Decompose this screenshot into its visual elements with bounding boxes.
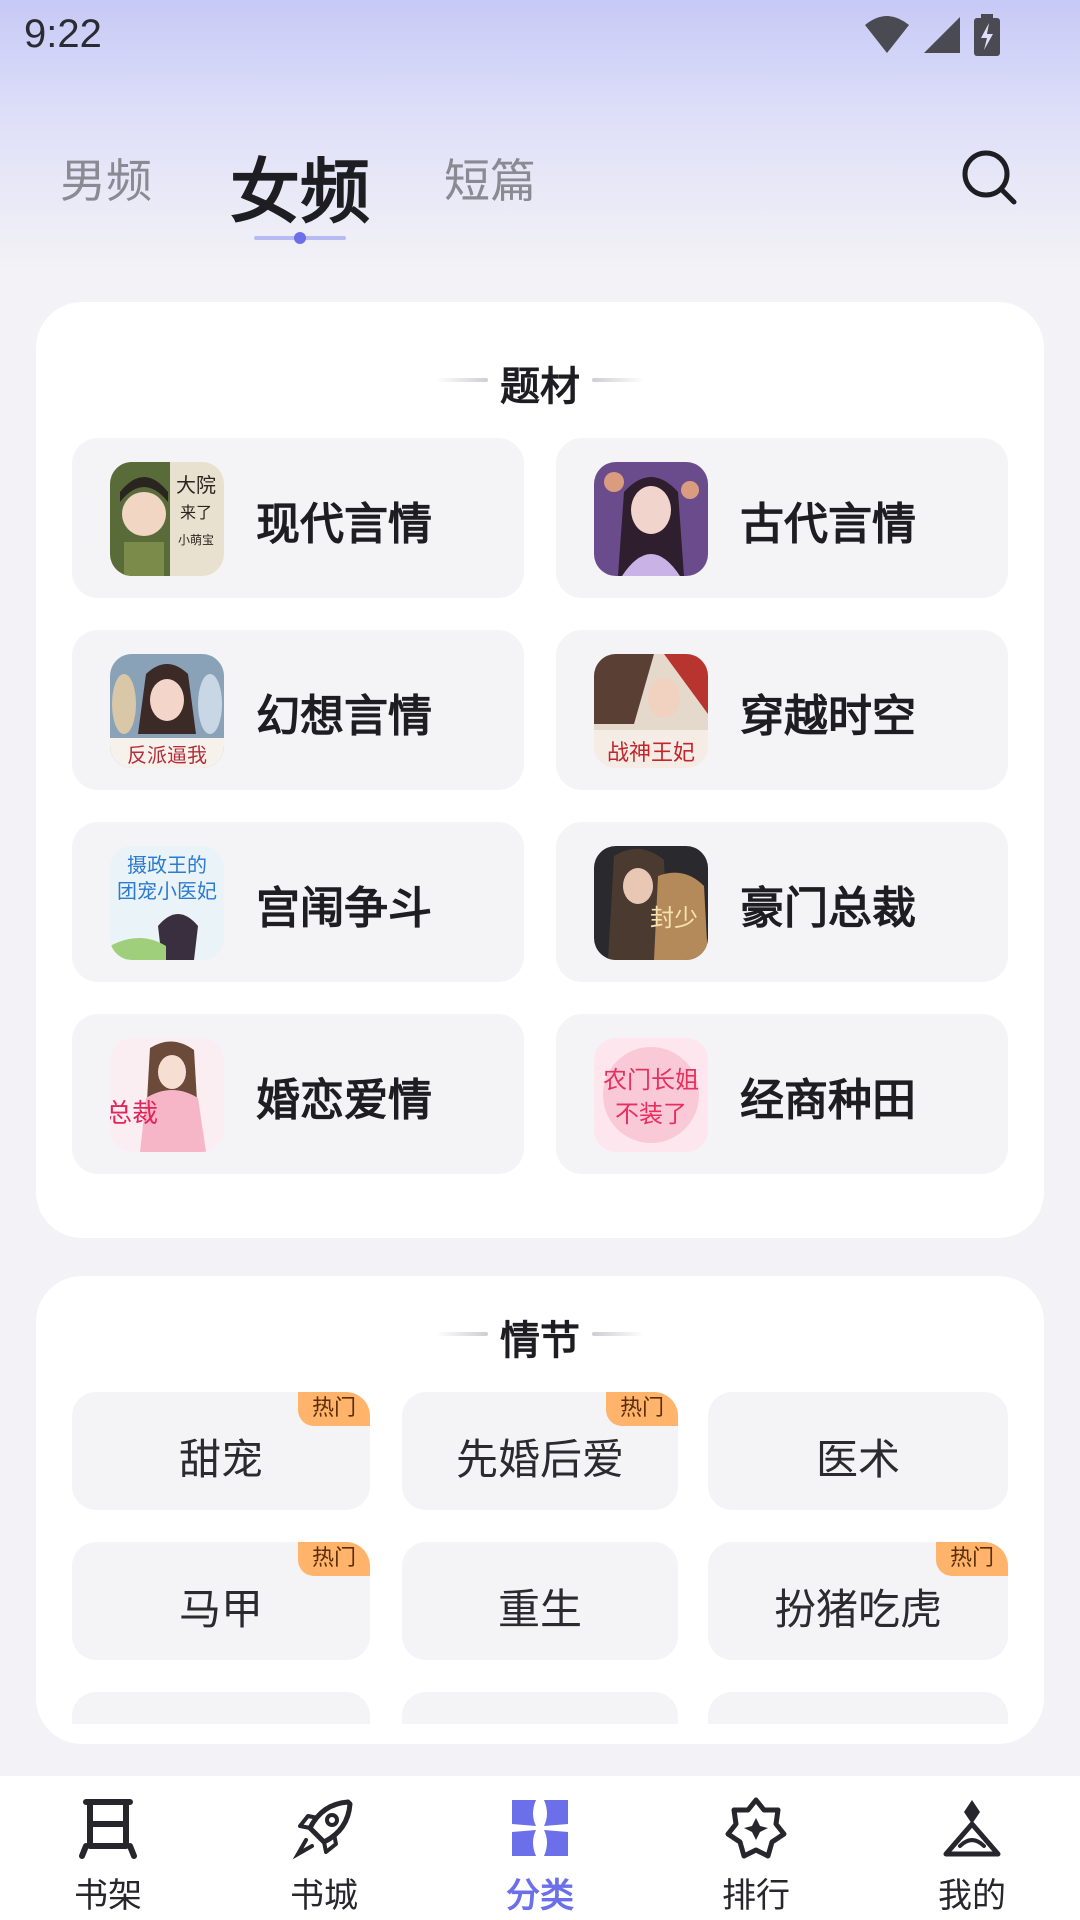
signal-icon bbox=[924, 17, 960, 53]
plot-tag-partial[interactable] bbox=[72, 1692, 370, 1724]
rocket-icon bbox=[292, 1799, 353, 1860]
genre-cover-image: 大院 来了 小萌宝 bbox=[110, 462, 224, 576]
status-icons bbox=[864, 14, 1000, 56]
hot-badge: 热门 bbox=[298, 1542, 370, 1576]
svg-text:小萌宝: 小萌宝 bbox=[178, 533, 214, 547]
theme-card: 题材 大院 来了 小萌宝 现代言情 古代言情 反派逼我 幻想言情 战神王妃 穿越… bbox=[36, 302, 1044, 1238]
svg-text:反派逼我: 反派逼我 bbox=[127, 743, 207, 767]
genre-item-ancient-romance[interactable]: 古代言情 bbox=[556, 438, 1008, 598]
genre-label: 穿越时空 bbox=[740, 691, 916, 742]
nav-ranking[interactable]: 排行 bbox=[676, 1776, 836, 1920]
wifi-icon bbox=[865, 16, 909, 53]
nav-bookstore[interactable]: 书城 bbox=[244, 1776, 404, 1920]
genre-cover-image: 战神王妃 bbox=[594, 654, 708, 768]
svg-text:来了: 来了 bbox=[180, 503, 212, 522]
plot-tag-label: 重生 bbox=[497, 1585, 582, 1634]
genre-label: 宫闱争斗 bbox=[256, 883, 432, 934]
svg-text:团宠小医妃: 团宠小医妃 bbox=[117, 879, 217, 903]
bookshelf-icon bbox=[79, 1799, 137, 1859]
nav-label: 排行 bbox=[722, 1876, 790, 1916]
plot-tag-label: 医术 bbox=[815, 1435, 900, 1484]
status-bar: 9:22 bbox=[0, 0, 1080, 72]
genre-label: 幻想言情 bbox=[256, 691, 432, 742]
theme-section-title: 题材 bbox=[500, 364, 580, 410]
app-root: 9:22 男频 女频 短篇 题材 大院 来了 小萌宝 现代言情 古代言情 反派逼… bbox=[0, 0, 1080, 1920]
plot-tag-label: 甜宠 bbox=[178, 1435, 263, 1484]
profile-icon bbox=[943, 1800, 1001, 1857]
genre-item-fantasy-romance[interactable]: 反派逼我 幻想言情 bbox=[72, 630, 524, 790]
genre-item-business-farming[interactable]: 农门长姐 不装了 经商种田 bbox=[556, 1014, 1008, 1174]
nav-profile[interactable]: 我的 bbox=[892, 1776, 1052, 1920]
battery-icon bbox=[974, 14, 1000, 56]
search-icon bbox=[962, 150, 1017, 205]
plot-tag-hidden-identity[interactable]: 马甲 热门 bbox=[72, 1542, 370, 1660]
plot-tag-label: 扮猪吃虎 bbox=[773, 1585, 942, 1634]
genre-label: 古代言情 bbox=[740, 499, 916, 550]
nav-label: 我的 bbox=[938, 1876, 1006, 1916]
nav-category[interactable]: 分类 bbox=[460, 1776, 620, 1920]
genre-label: 豪门总裁 bbox=[740, 883, 916, 934]
svg-text:摄政王的: 摄政王的 bbox=[127, 853, 207, 877]
svg-text:总裁: 总裁 bbox=[110, 1099, 158, 1129]
genre-label: 现代言情 bbox=[256, 499, 432, 550]
plot-tag-marriage-first[interactable]: 先婚后爱 热门 bbox=[402, 1392, 678, 1510]
plot-tag-partial[interactable] bbox=[708, 1692, 1008, 1724]
plot-tag-sweet[interactable]: 甜宠 热门 bbox=[72, 1392, 370, 1510]
active-tab-indicator bbox=[254, 232, 346, 244]
tab-female-channel[interactable]: 女频 bbox=[230, 136, 370, 237]
genre-item-marriage-romance[interactable]: 总裁 婚恋爱情 bbox=[72, 1014, 524, 1174]
plot-tag-label: 马甲 bbox=[178, 1585, 263, 1634]
nav-bookshelf[interactable]: 书架 bbox=[28, 1776, 188, 1920]
category-icon bbox=[512, 1800, 568, 1856]
hot-badge: 热门 bbox=[936, 1542, 1008, 1576]
nav-label: 书架 bbox=[74, 1876, 142, 1916]
hot-badge: 热门 bbox=[298, 1392, 370, 1426]
title-divider-right bbox=[592, 378, 644, 382]
svg-text:不装了: 不装了 bbox=[615, 1100, 687, 1128]
status-time: 9:22 bbox=[24, 12, 102, 56]
genre-cover-image: 农门长姐 不装了 bbox=[594, 1038, 708, 1152]
plot-tag-rebirth[interactable]: 重生 bbox=[402, 1542, 678, 1660]
plot-tag-medicine[interactable]: 医术 bbox=[708, 1392, 1008, 1510]
genre-item-palace-intrigue[interactable]: 摄政王的 团宠小医妃 宫闱争斗 bbox=[72, 822, 524, 982]
genre-cover-image: 摄政王的 团宠小医妃 bbox=[110, 846, 224, 960]
genre-item-time-travel[interactable]: 战神王妃 穿越时空 bbox=[556, 630, 1008, 790]
svg-text:封少: 封少 bbox=[650, 904, 698, 932]
genre-label: 经商种田 bbox=[740, 1075, 916, 1126]
genre-label: 婚恋爱情 bbox=[256, 1075, 432, 1126]
genre-item-modern-romance[interactable]: 大院 来了 小萌宝 现代言情 bbox=[72, 438, 524, 598]
ranking-icon bbox=[725, 1797, 787, 1859]
plot-tag-partial[interactable] bbox=[402, 1692, 678, 1724]
nav-label: 书城 bbox=[290, 1876, 358, 1916]
genre-cover-image: 反派逼我 bbox=[110, 654, 224, 768]
plot-card: 情节 甜宠 热门 先婚后爱 热门 医术 马甲 热门 重生 扮猪吃虎 热门 bbox=[36, 1276, 1044, 1744]
nav-label: 分类 bbox=[506, 1876, 574, 1916]
bottom-nav: 书架 书城 分类 排行 我的 bbox=[0, 1776, 1080, 1920]
genre-cover-image bbox=[594, 462, 708, 576]
genre-item-ceo[interactable]: 封少 豪门总裁 bbox=[556, 822, 1008, 982]
svg-text:战神王妃: 战神王妃 bbox=[607, 741, 695, 766]
svg-text:农门长姐: 农门长姐 bbox=[603, 1066, 699, 1094]
plot-section-title: 情节 bbox=[500, 1318, 580, 1364]
svg-text:大院: 大院 bbox=[176, 473, 216, 497]
tab-male-channel[interactable]: 男频 bbox=[60, 145, 152, 211]
genre-cover-image: 总裁 bbox=[110, 1038, 224, 1152]
tab-short-stories[interactable]: 短篇 bbox=[444, 145, 536, 211]
plot-tag-label: 先婚后爱 bbox=[455, 1435, 624, 1484]
hot-badge: 热门 bbox=[606, 1392, 678, 1426]
search-button[interactable] bbox=[960, 148, 1018, 206]
genre-cover-image: 封少 bbox=[594, 846, 708, 960]
plot-tag-underdog[interactable]: 扮猪吃虎 热门 bbox=[708, 1542, 1008, 1660]
title-divider-right bbox=[592, 1332, 644, 1336]
